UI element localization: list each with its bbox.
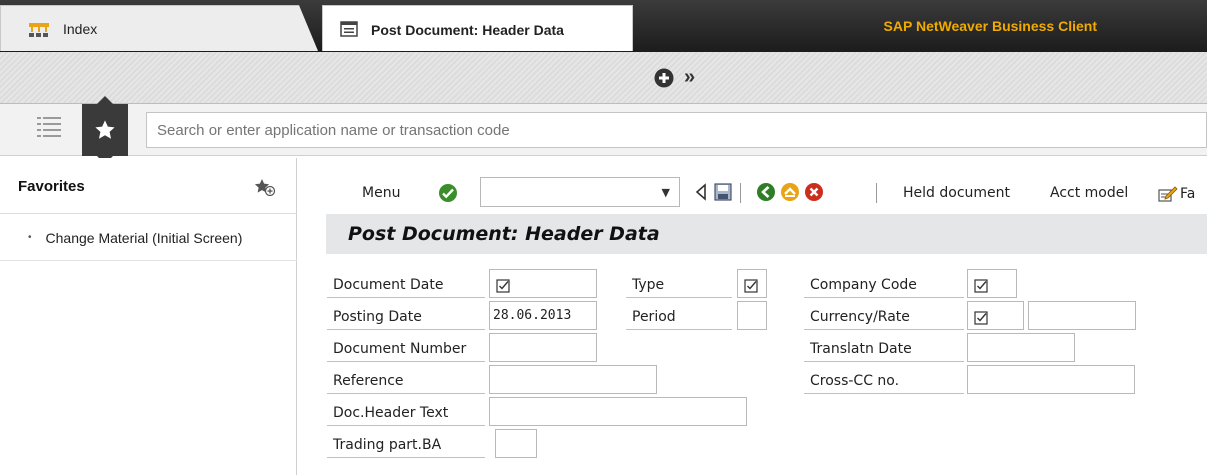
list-view-button[interactable] bbox=[36, 114, 62, 145]
posting-date-label: Posting Date bbox=[327, 304, 485, 330]
cross-cc-no-field[interactable] bbox=[967, 365, 1135, 394]
required-check-icon bbox=[974, 308, 988, 335]
list-icon bbox=[37, 117, 61, 137]
toolbar-separator bbox=[876, 183, 877, 203]
exchange-rate-field[interactable] bbox=[1028, 301, 1136, 330]
document-number-label: Document Number bbox=[327, 336, 485, 362]
tab-index-label: Index bbox=[63, 21, 98, 37]
save-button[interactable] bbox=[714, 183, 732, 205]
search-input[interactable] bbox=[146, 112, 1207, 148]
translatn-date-label: Translatn Date bbox=[804, 336, 964, 362]
favorites-title: Favorites bbox=[18, 178, 85, 195]
period-field[interactable] bbox=[737, 301, 767, 330]
posting-date-field[interactable]: 28.06.2013 bbox=[489, 301, 597, 330]
favorites-sidebar: Favorites • Change Material (Initial Scr… bbox=[0, 158, 297, 475]
type-field[interactable] bbox=[737, 269, 767, 298]
favorite-item[interactable]: • Change Material (Initial Screen) bbox=[0, 215, 297, 261]
command-field[interactable]: ▼ bbox=[480, 177, 680, 207]
collapse-button[interactable] bbox=[694, 182, 708, 206]
required-check-icon bbox=[496, 276, 510, 303]
document-number-field[interactable] bbox=[489, 333, 597, 362]
more-tabs-button[interactable]: » bbox=[684, 66, 695, 89]
tab-post-document[interactable]: Post Document: Header Data bbox=[322, 5, 633, 51]
main-content: Menu ▼ Held document Acct model Fa Post … bbox=[298, 158, 1207, 475]
index-icon bbox=[28, 21, 50, 42]
tab-post-document-label: Post Document: Header Data bbox=[371, 22, 564, 38]
plus-circle-icon bbox=[654, 68, 674, 88]
fast-data-entry-button[interactable]: Fa bbox=[1158, 185, 1195, 203]
currency-field[interactable] bbox=[967, 301, 1024, 330]
fast-data-entry-label: Fa bbox=[1180, 186, 1196, 202]
back-green-icon bbox=[757, 183, 775, 201]
exit-button[interactable] bbox=[780, 182, 800, 206]
application-toolbar: Menu ▼ Held document Acct model Fa bbox=[298, 176, 1207, 212]
triangle-left-icon bbox=[695, 183, 706, 201]
cross-cc-no-label: Cross-CC no. bbox=[804, 368, 964, 394]
exit-orange-icon bbox=[781, 183, 799, 201]
reference-label: Reference bbox=[327, 368, 485, 394]
fast-entry-icon bbox=[1158, 186, 1178, 202]
company-code-label: Company Code bbox=[804, 272, 964, 298]
translatn-date-field[interactable] bbox=[967, 333, 1075, 362]
currency-rate-label: Currency/Rate bbox=[804, 304, 964, 330]
favorite-item-label: Change Material (Initial Screen) bbox=[45, 229, 243, 246]
tab-index[interactable]: Index bbox=[0, 5, 318, 51]
tab-strip bbox=[0, 52, 1207, 104]
bullet-icon: • bbox=[28, 232, 32, 243]
favorites-toggle-button[interactable] bbox=[82, 96, 128, 164]
favorites-header: Favorites bbox=[0, 158, 297, 214]
required-check-icon bbox=[974, 276, 988, 303]
green-check-icon bbox=[439, 184, 457, 202]
double-chevron-right-icon: » bbox=[684, 66, 696, 88]
acct-model-button[interactable]: Acct model bbox=[1050, 185, 1128, 201]
reference-field[interactable] bbox=[489, 365, 657, 394]
cancel-button[interactable] bbox=[804, 182, 824, 206]
confirm-button[interactable] bbox=[438, 183, 458, 207]
star-icon bbox=[95, 120, 115, 139]
chevron-down-icon: ▼ bbox=[661, 186, 670, 199]
app-title: SAP NetWeaver Business Client bbox=[883, 18, 1097, 34]
window-icon bbox=[340, 21, 358, 40]
document-date-label: Document Date bbox=[327, 272, 485, 298]
new-tab-button[interactable] bbox=[654, 68, 674, 93]
save-icon bbox=[714, 183, 732, 201]
period-label: Period bbox=[626, 304, 732, 330]
doc-header-text-label: Doc.Header Text bbox=[327, 400, 485, 426]
screen-title: Post Document: Header Data bbox=[348, 223, 660, 245]
cancel-red-icon bbox=[805, 183, 823, 201]
add-favorite-button[interactable] bbox=[254, 178, 276, 201]
trading-part-ba-label: Trading part.BA bbox=[327, 432, 485, 458]
required-check-icon bbox=[744, 276, 758, 303]
back-button[interactable] bbox=[756, 182, 776, 206]
star-add-icon bbox=[254, 179, 276, 197]
company-code-field[interactable] bbox=[967, 269, 1017, 298]
doc-header-text-field[interactable] bbox=[489, 397, 747, 426]
trading-part-ba-field[interactable] bbox=[495, 429, 537, 458]
document-date-field[interactable] bbox=[489, 269, 597, 298]
type-label: Type bbox=[626, 272, 732, 298]
screen-title-bar: Post Document: Header Data bbox=[326, 214, 1207, 254]
held-document-button[interactable]: Held document bbox=[903, 185, 1010, 201]
menu-button[interactable]: Menu bbox=[362, 185, 400, 201]
toolbar-separator bbox=[740, 183, 741, 203]
